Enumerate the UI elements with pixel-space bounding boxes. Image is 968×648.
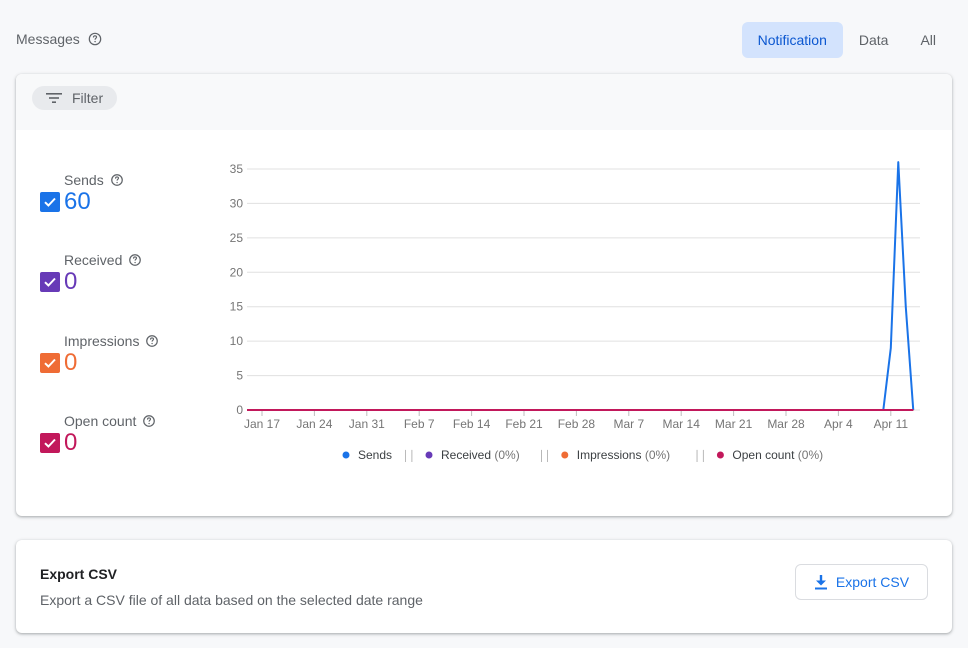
x-tick-label: Jan 24 — [296, 417, 332, 431]
metric-label: Received — [64, 252, 142, 268]
checkmark-icon — [44, 277, 56, 287]
metric-label-text: Received — [64, 252, 123, 268]
legend-marker — [716, 451, 724, 459]
metric-label: Open count — [64, 413, 156, 429]
metric-value: 0 — [64, 268, 78, 295]
x-tick-label: Feb 7 — [404, 417, 435, 431]
export-button-label: Export CSV — [835, 574, 910, 590]
export-card: Export CSV Export a CSV file of all data… — [16, 540, 952, 633]
download-icon — [814, 575, 827, 590]
tab-data[interactable]: Data — [843, 22, 905, 58]
metric-label-text: Open count — [64, 413, 137, 429]
series-line — [247, 161, 915, 411]
x-tick-label: Feb 14 — [453, 417, 491, 431]
x-tick-label: Mar 7 — [613, 417, 644, 431]
help-icon[interactable] — [110, 173, 124, 187]
help-icon[interactable] — [145, 334, 159, 348]
y-tick-label: 20 — [230, 265, 244, 279]
legend-label: Impressions (0%) — [577, 448, 670, 462]
legend-separator-icon: ││ — [403, 449, 416, 463]
checkmark-icon — [44, 358, 56, 368]
page-title-text: Messages — [16, 31, 80, 47]
x-tick-label: Apr 11 — [874, 417, 909, 431]
metric-value: 0 — [64, 349, 78, 376]
y-tick-label: 15 — [230, 300, 244, 314]
filter-button[interactable]: Filter — [32, 86, 118, 110]
impressions-checkbox[interactable] — [40, 353, 60, 373]
x-tick-label: Feb 28 — [558, 417, 596, 431]
legend-separator-icon: ││ — [694, 449, 707, 463]
open-count-checkbox[interactable] — [40, 433, 60, 453]
x-tick-label: Mar 21 — [715, 417, 753, 431]
help-icon[interactable] — [128, 253, 142, 267]
sends-checkbox[interactable] — [40, 192, 60, 212]
help-icon[interactable] — [142, 414, 156, 428]
checkmark-icon — [44, 438, 56, 448]
message-type-toggle: Notification Data All — [741, 22, 952, 58]
x-tick-label: Jan 17 — [244, 417, 280, 431]
legend-marker — [561, 451, 569, 459]
tab-all[interactable]: All — [904, 22, 952, 58]
metric-label: Sends — [64, 172, 124, 188]
legend-label: Received (0%) — [441, 448, 520, 462]
y-tick-label: 5 — [236, 369, 243, 383]
x-tick-label: Jan 31 — [349, 417, 385, 431]
legend-label: Sends — [358, 448, 392, 462]
export-title: Export CSV — [40, 566, 118, 582]
filter-label: Filter — [72, 90, 104, 106]
metric-label-text: Impressions — [64, 333, 140, 349]
legend-percent: (0%) — [491, 448, 520, 462]
y-tick-label: 25 — [230, 231, 244, 245]
page-header: Messages Notification Data All — [16, 22, 952, 58]
legend-marker — [342, 451, 350, 459]
metric-label-text: Sends — [64, 172, 104, 188]
export-description: Export a CSV file of all data based on t… — [40, 592, 423, 608]
y-tick-label: 30 — [230, 196, 244, 210]
y-tick-label: 35 — [230, 162, 244, 176]
tab-notification[interactable]: Notification — [741, 22, 843, 58]
checkmark-icon — [44, 197, 56, 207]
y-tick-label: 10 — [230, 334, 244, 348]
x-tick-label: Mar 28 — [767, 417, 805, 431]
legend-marker — [425, 451, 433, 459]
x-tick-label: Mar 14 — [663, 417, 701, 431]
help-icon[interactable] — [88, 32, 102, 46]
page-title: Messages — [16, 31, 102, 47]
legend-separator-icon: ││ — [539, 449, 552, 463]
legend-label: Open count (0%) — [732, 448, 823, 462]
y-tick-label: 0 — [236, 403, 243, 417]
filter-icon — [46, 93, 62, 103]
legend-percent: (0%) — [794, 448, 823, 462]
metric-value: 0 — [64, 429, 78, 456]
received-checkbox[interactable] — [40, 272, 60, 292]
x-tick-label: Feb 21 — [505, 417, 543, 431]
x-tick-label: Apr 4 — [824, 417, 853, 431]
metric-label: Impressions — [64, 333, 159, 349]
export-csv-button[interactable]: Export CSV — [795, 564, 928, 600]
messages-line-chart: 0 5 10 15 20 25 30 35 Jan 17 Jan 24 Jan 31 Feb 7 Feb… — [230, 161, 920, 463]
filter-bar: Filter — [16, 74, 952, 130]
messages-card: Filter Sends 60 Received 0 Impressions 0… — [16, 74, 952, 516]
legend-percent: (0%) — [641, 448, 670, 462]
metric-value: 60 — [64, 188, 91, 215]
